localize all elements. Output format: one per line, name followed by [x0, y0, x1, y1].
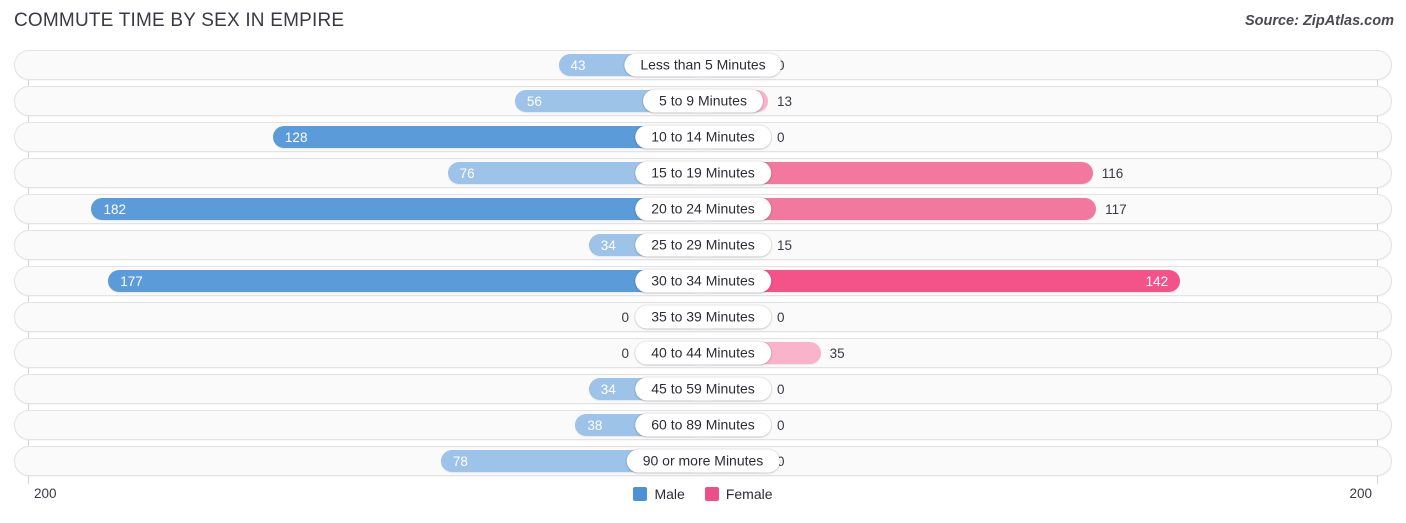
male-value-label: 76 — [459, 165, 475, 181]
female-side: 117 — [703, 195, 1391, 223]
source-attribution: Source: ZipAtlas.com — [1244, 13, 1394, 29]
female-value-label: 0 — [777, 309, 785, 325]
bar-row: 76 116 15 to 19 Minutes — [14, 158, 1392, 188]
bar-row: 182 117 20 to 24 Minutes — [14, 194, 1392, 224]
bar-row-list: 430Less than 5 Minutes56135 to 9 Minutes… — [14, 50, 1392, 484]
male-value-label: 34 — [600, 237, 616, 253]
male-side: 182 — [15, 195, 703, 223]
male-side: 34 — [15, 375, 703, 403]
category-label: 5 to 9 Minutes — [643, 89, 763, 113]
female-side: 142 — [703, 267, 1391, 295]
category-label: 60 to 89 Minutes — [635, 413, 771, 437]
male-bar[interactable]: 177 — [108, 270, 703, 292]
bar-row: 34 0 45 to 59 Minutes — [14, 374, 1392, 404]
female-side: 0 — [703, 375, 1391, 403]
female-side: 116 — [703, 159, 1391, 187]
category-label: Less than 5 Minutes — [624, 53, 782, 77]
male-side: 177 — [15, 267, 703, 295]
female-side: 35 — [703, 339, 1391, 367]
female-side: 0 — [703, 51, 1391, 79]
bar-row: 38 0 60 to 89 Minutes — [14, 410, 1392, 440]
bar-row: 0 0 35 to 39 Minutes — [14, 302, 1392, 332]
male-value-label: 34 — [600, 381, 616, 397]
female-side: 0 — [703, 303, 1391, 331]
male-value-label: 128 — [284, 129, 308, 145]
male-bar[interactable]: 182 — [91, 198, 703, 220]
bar-row: 43 0Less than 5 Minutes — [14, 50, 1392, 80]
male-value-label: 43 — [570, 57, 586, 73]
legend-item-male[interactable]: Male — [633, 486, 685, 502]
category-label: 15 to 19 Minutes — [635, 161, 771, 185]
female-side: 0 — [703, 123, 1391, 151]
male-value-label: 177 — [120, 273, 143, 289]
male-value-label: 0 — [621, 345, 629, 361]
male-side: 0 — [15, 339, 703, 367]
male-value-label: 78 — [452, 453, 468, 469]
female-side: 0 — [703, 447, 1391, 475]
female-value-label: 117 — [1105, 201, 1127, 217]
plot-area: 430Less than 5 Minutes56135 to 9 Minutes… — [14, 50, 1392, 484]
female-value-label: 0 — [777, 417, 785, 433]
category-label: 40 to 44 Minutes — [635, 341, 771, 365]
category-label: 90 or more Minutes — [626, 449, 780, 473]
female-value-label: 116 — [1101, 165, 1124, 181]
female-side: 0 — [703, 411, 1391, 439]
male-value-label: 56 — [526, 93, 542, 109]
category-label: 25 to 29 Minutes — [635, 233, 771, 257]
category-label: 45 to 59 Minutes — [635, 377, 771, 401]
legend-swatch-icon — [633, 487, 648, 501]
female-value-label: 13 — [777, 93, 793, 109]
male-value-label: 38 — [587, 417, 603, 433]
legend-label: Female — [725, 486, 773, 502]
male-value-label: 182 — [103, 201, 127, 217]
male-side: 0 — [15, 303, 703, 331]
male-side: 128 — [15, 123, 703, 151]
bar-row: 0 35 40 to 44 Minutes — [14, 338, 1392, 368]
bar-row: 78 0 90 or more Minutes — [14, 446, 1392, 476]
male-value-label: 0 — [621, 309, 629, 325]
bar-row: 128 0 10 to 14 Minutes — [14, 122, 1392, 152]
female-value-label: 35 — [829, 345, 845, 361]
female-side: 13 — [703, 87, 1391, 115]
female-bar[interactable]: 142 — [703, 270, 1181, 292]
chart-container: COMMUTE TIME BY SEX IN EMPIRE Source: Zi… — [0, 0, 1406, 523]
chart-legend: Male Female — [14, 486, 1392, 502]
male-side: 43 — [15, 51, 703, 79]
bar-row: 56 13 5 to 9 Minutes — [14, 86, 1392, 116]
category-label: 10 to 14 Minutes — [635, 125, 771, 149]
female-value-label: 0 — [777, 129, 785, 145]
female-value-label: 142 — [1145, 273, 1169, 289]
category-label: 30 to 34 Minutes — [635, 269, 771, 293]
page-title: COMMUTE TIME BY SEX IN EMPIRE — [14, 10, 345, 31]
category-label: 20 to 24 Minutes — [635, 197, 771, 221]
female-value-label: 0 — [777, 381, 785, 397]
legend-label: Male — [654, 486, 685, 502]
chart-footer: 200 200 Male Female — [14, 486, 1392, 512]
bar-row: 177 142 30 to 34 Minutes — [14, 266, 1392, 296]
female-side: 15 — [703, 231, 1391, 259]
male-side: 56 — [15, 87, 703, 115]
male-side: 34 — [15, 231, 703, 259]
male-side: 38 — [15, 411, 703, 439]
bar-row: 34 15 25 to 29 Minutes — [14, 230, 1392, 260]
male-side: 78 — [15, 447, 703, 475]
category-label: 35 to 39 Minutes — [635, 305, 771, 329]
legend-item-female[interactable]: Female — [704, 486, 773, 502]
legend-swatch-icon — [704, 487, 719, 501]
male-side: 76 — [15, 159, 703, 187]
female-value-label: 15 — [777, 237, 793, 253]
